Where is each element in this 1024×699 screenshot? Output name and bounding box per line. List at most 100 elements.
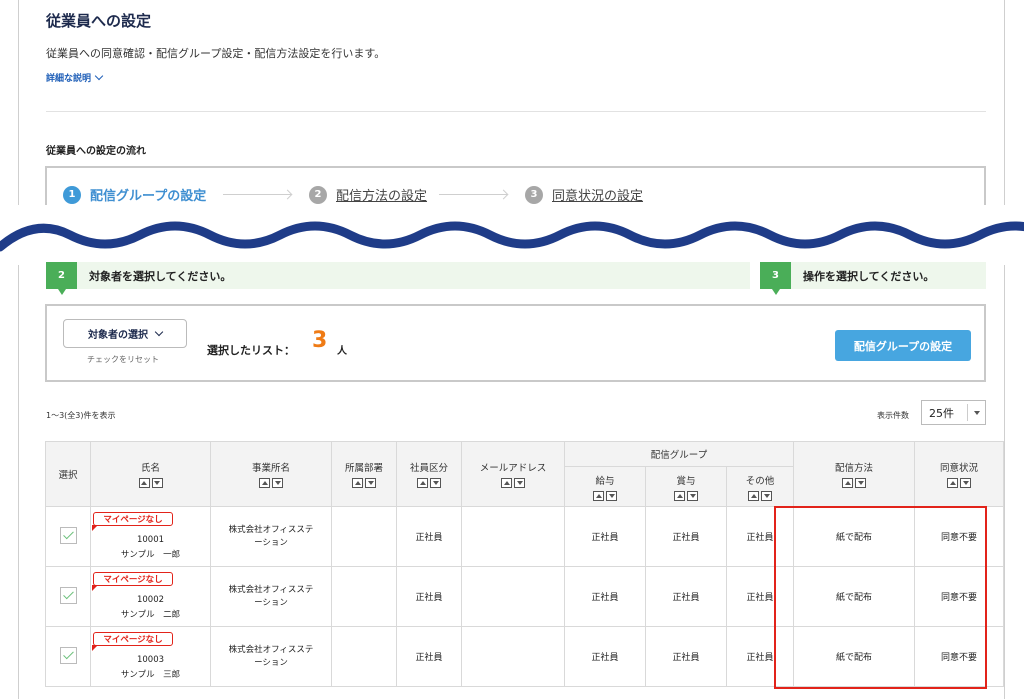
row-checkbox[interactable] xyxy=(59,526,77,544)
sort-controls[interactable] xyxy=(593,490,617,501)
delivery-method-cell: 紙で配布 xyxy=(793,566,916,627)
selected-unit: 人 xyxy=(337,346,347,357)
no-mypage-badge: マイページなし xyxy=(92,572,173,591)
select-separator xyxy=(967,404,968,421)
page-description: 従業員への同意確認・配信グループ設定・配信方法設定を行います。 xyxy=(46,47,386,60)
employee-type-cell: 正社員 xyxy=(396,566,462,627)
instruction-text: 対象者を選択してください。 xyxy=(89,269,232,283)
employee-number: 10002 xyxy=(136,595,165,605)
sort-desc-icon[interactable] xyxy=(365,478,376,488)
sort-asc-icon[interactable] xyxy=(259,478,270,488)
target-select-dropdown[interactable]: 対象者の選択 xyxy=(63,319,187,348)
consent-status-cell: 同意不要 xyxy=(914,626,1005,687)
col-department: 所属部署 xyxy=(331,441,397,507)
chevron-down-icon xyxy=(94,71,104,81)
office-cell: 株式会社オフィスステ ーション xyxy=(210,566,332,627)
instruction-step-3: 3 操作を選択してください。 xyxy=(760,262,986,295)
sort-controls[interactable] xyxy=(748,490,772,501)
name-cell: マイページなし 10002 サンプル 二郎 xyxy=(90,566,211,627)
col-other: その他 xyxy=(725,466,795,507)
bonus-cell: 正社員 xyxy=(645,626,727,687)
delivery-method-cell: 紙で配布 xyxy=(793,626,916,687)
employee-number: 10001 xyxy=(136,535,165,545)
col-delivery-group: 配信グループ xyxy=(563,441,795,467)
sort-asc-icon[interactable] xyxy=(748,490,759,501)
flow-step-label: 配信方法の設定 xyxy=(336,189,428,204)
office-cell: 株式会社オフィスステ ーション xyxy=(210,506,332,567)
bonus-cell: 正社員 xyxy=(645,506,727,567)
selected-count: 3 xyxy=(312,328,328,353)
flow-step-3[interactable]: 3 同意状況の設定 xyxy=(525,185,643,204)
range-info: 1〜3(全3)件を表示 xyxy=(46,411,116,420)
detail-link-label: 詳細な説明 xyxy=(46,74,92,84)
sort-desc-icon[interactable] xyxy=(606,490,617,501)
col-employee-type: 社員区分 xyxy=(396,441,462,507)
sort-desc-icon[interactable] xyxy=(272,478,283,488)
sort-asc-icon[interactable] xyxy=(593,490,604,501)
step-number: 3 xyxy=(525,185,543,204)
flow-step-label: 同意状況の設定 xyxy=(552,189,644,204)
sort-desc-icon[interactable] xyxy=(960,478,972,488)
consent-status-cell: 同意不要 xyxy=(914,566,1005,627)
sort-controls[interactable] xyxy=(352,478,376,488)
employee-table: 選択 氏名 事業所名 所属部署 社員区分 メールアドレス 配信グループ 配信方法… xyxy=(45,441,1005,687)
delivery-group-setting-button[interactable]: 配信グループの設定 xyxy=(835,330,971,361)
per-page-label: 表示件数 xyxy=(877,411,909,420)
row-checkbox[interactable] xyxy=(59,646,77,664)
employee-name: サンプル 三郎 xyxy=(120,670,181,680)
sort-asc-icon[interactable] xyxy=(417,478,428,488)
sort-desc-icon[interactable] xyxy=(687,490,698,501)
sort-controls[interactable] xyxy=(674,490,698,501)
select-cell xyxy=(45,626,91,687)
wave-divider-graphic xyxy=(0,205,1024,265)
col-select: 選択 xyxy=(45,441,91,507)
col-salary: 給与 xyxy=(564,466,646,507)
flow-step-1[interactable]: 1 配信グループの設定 xyxy=(63,185,206,204)
detail-link[interactable]: 詳細な説明 xyxy=(46,71,104,84)
step-badge: 3 xyxy=(760,262,791,295)
sort-desc-icon[interactable] xyxy=(761,490,772,501)
step-badge: 2 xyxy=(46,262,77,295)
sort-controls[interactable] xyxy=(501,478,525,488)
salary-cell: 正社員 xyxy=(564,626,646,687)
col-bonus: 賞与 xyxy=(645,466,727,507)
sort-desc-icon[interactable] xyxy=(514,478,525,488)
sort-controls[interactable] xyxy=(417,478,441,488)
email-cell xyxy=(461,566,565,627)
sort-desc-icon[interactable] xyxy=(430,478,441,488)
sort-controls[interactable] xyxy=(947,478,972,488)
select-cell xyxy=(45,566,91,627)
sort-asc-icon[interactable] xyxy=(674,490,685,501)
office-cell: 株式会社オフィスステ ーション xyxy=(210,626,332,687)
sort-controls[interactable] xyxy=(259,478,283,488)
sort-controls[interactable] xyxy=(138,478,163,488)
sort-desc-icon[interactable] xyxy=(151,478,163,488)
table-row[interactable]: マイページなし 10002 サンプル 二郎 株式会社オフィスステ ーション 正社員… xyxy=(45,566,1005,627)
target-select-label: 対象者の選択 xyxy=(88,330,148,341)
per-page-select[interactable]: 25件 xyxy=(921,400,986,425)
col-office: 事業所名 xyxy=(210,441,332,507)
caret-down-icon xyxy=(974,411,980,415)
instruction-step-2: 2 対象者を選択してください。 xyxy=(46,262,750,295)
arrow-right-icon xyxy=(223,194,291,195)
row-checkbox[interactable] xyxy=(59,586,77,604)
sort-desc-icon[interactable] xyxy=(855,478,867,488)
col-consent-status: 同意状況 xyxy=(914,441,1005,507)
sort-asc-icon[interactable] xyxy=(947,478,959,488)
employee-name: サンプル 二郎 xyxy=(120,610,181,620)
sort-asc-icon[interactable] xyxy=(501,478,512,488)
bonus-cell: 正社員 xyxy=(645,566,727,627)
col-email: メールアドレス xyxy=(461,441,565,507)
sort-asc-icon[interactable] xyxy=(352,478,363,488)
other-cell: 正社員 xyxy=(725,566,795,627)
instruction-text: 操作を選択してください。 xyxy=(803,269,935,283)
reset-check-link[interactable]: チェックをリセット xyxy=(87,354,159,365)
step-number: 1 xyxy=(63,185,81,204)
table-row[interactable]: マイページなし 10001 サンプル 一郎 株式会社オフィスステ ーション 正社員… xyxy=(45,506,1005,567)
sort-asc-icon[interactable] xyxy=(138,478,150,488)
sort-controls[interactable] xyxy=(842,478,867,488)
table-row[interactable]: マイページなし 10003 サンプル 三郎 株式会社オフィスステ ーション 正社員… xyxy=(45,626,1005,687)
sort-asc-icon[interactable] xyxy=(842,478,854,488)
flow-step-2[interactable]: 2 配信方法の設定 xyxy=(309,185,427,204)
email-cell xyxy=(461,506,565,567)
